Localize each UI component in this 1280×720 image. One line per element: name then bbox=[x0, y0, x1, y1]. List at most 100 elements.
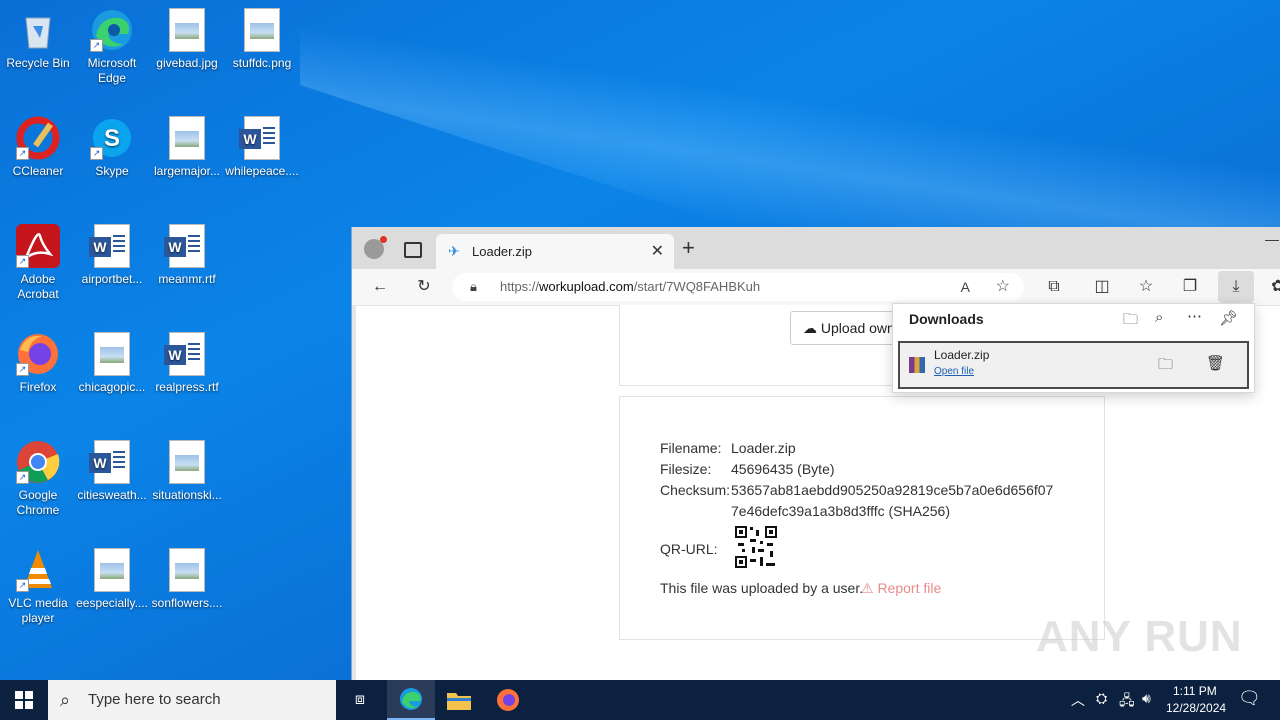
downloads-icon[interactable]: ⤓ bbox=[1218, 271, 1254, 303]
icon-label: sonflowers.... bbox=[151, 596, 223, 610]
read-aloud-icon[interactable]: A bbox=[961, 273, 970, 301]
clock-date[interactable]: 12/28/2024 bbox=[1166, 701, 1226, 715]
desktop-icon-firefox[interactable]: ↗ Firefox bbox=[0, 332, 76, 395]
start-button[interactable] bbox=[0, 680, 48, 720]
desktop-icon-airportbet[interactable]: W airportbet... bbox=[74, 224, 150, 287]
new-tab-icon[interactable]: + bbox=[682, 235, 695, 261]
icon-label: Skype bbox=[95, 164, 129, 178]
delete-download-icon[interactable]: 🗑︎ bbox=[1206, 354, 1225, 372]
desktop-icon-whilepeace[interactable]: W whilepeace.... bbox=[224, 116, 300, 179]
tab-actions-icon[interactable] bbox=[404, 242, 422, 258]
icon-label: Google Chrome bbox=[16, 488, 60, 517]
icon-label: realpress.rtf bbox=[155, 380, 219, 394]
tab-loader-zip[interactable]: ✈ Loader.zip ✕ bbox=[436, 234, 674, 269]
image-file-icon bbox=[90, 548, 134, 592]
tab-favicon-icon: ✈ bbox=[448, 243, 460, 259]
image-file-icon bbox=[240, 8, 284, 52]
desktop-icon-givebad[interactable]: givebad.jpg bbox=[149, 8, 225, 71]
word-document-icon: W bbox=[164, 332, 209, 376]
cloud-upload-icon: ☁ bbox=[803, 320, 817, 336]
icon-label: chicagopic... bbox=[78, 380, 146, 394]
desktop-icon-realpress[interactable]: W realpress.rtf bbox=[149, 332, 225, 395]
desktop-icon-sonflowers[interactable]: sonflowers.... bbox=[149, 548, 225, 611]
word-document-icon: W bbox=[239, 116, 284, 160]
icon-label: meanmr.rtf bbox=[158, 272, 216, 286]
desktop-icon-recycle-bin[interactable]: Recycle Bin bbox=[0, 8, 76, 71]
word-document-icon: W bbox=[89, 440, 134, 484]
refresh-icon[interactable]: ↻ bbox=[410, 273, 438, 301]
desktop-icon-adobe-acrobat[interactable]: ↗ Adobe Acrobat bbox=[0, 224, 76, 302]
image-file-icon bbox=[165, 116, 209, 160]
desktop-icon-stuffdc[interactable]: stuffdc.png bbox=[224, 8, 300, 71]
chrome-icon: ↗ bbox=[16, 440, 60, 484]
search-placeholder: Type here to search bbox=[88, 691, 221, 708]
clock-time[interactable]: 1:11 PM bbox=[1173, 684, 1217, 698]
desktop-icon-citiesweath[interactable]: W citiesweath... bbox=[74, 440, 150, 503]
notifications-icon[interactable]: 🗨︎ bbox=[1238, 688, 1261, 709]
more-options-icon[interactable]: ⋯ bbox=[1187, 307, 1202, 325]
svg-text:S: S bbox=[104, 125, 120, 152]
icon-label: whilepeace.... bbox=[225, 164, 299, 178]
icon-label: Recycle Bin bbox=[6, 56, 70, 70]
image-file-icon bbox=[90, 332, 134, 376]
back-arrow-icon[interactable]: ← bbox=[366, 273, 394, 301]
qr-code-icon[interactable] bbox=[734, 525, 778, 569]
icon-label: citiesweath... bbox=[77, 488, 147, 502]
split-screen-icon[interactable]: ◫ bbox=[1088, 273, 1116, 301]
edge-icon bbox=[400, 688, 422, 710]
icon-label: stuffdc.png bbox=[232, 56, 292, 70]
desktop-icon-situationski[interactable]: situationski... bbox=[149, 440, 225, 503]
pin-icon[interactable]: 📌︎ bbox=[1219, 309, 1238, 327]
upload-button-label: Upload own bbox=[820, 320, 895, 336]
downloads-flyout: Downloads 🗀︎ ⌕ ⋯ 📌︎ Loader.zip Open file… bbox=[892, 303, 1255, 393]
profile-avatar-icon[interactable] bbox=[364, 236, 387, 259]
taskbar-search-box[interactable]: ⌕ Type here to search bbox=[48, 680, 336, 720]
desktop-icon-ccleaner[interactable]: ↗ CCleaner bbox=[0, 116, 76, 179]
task-view-icon[interactable]: ⧈ bbox=[336, 680, 384, 720]
windows-logo-icon bbox=[15, 691, 33, 709]
desktop-icon-skype[interactable]: S ↗ Skype bbox=[74, 116, 150, 179]
icon-label: CCleaner bbox=[12, 164, 64, 178]
search-downloads-icon[interactable]: ⌕ bbox=[1155, 309, 1163, 326]
open-file-link[interactable]: Open file bbox=[934, 366, 974, 377]
show-hidden-icons-chevron-icon[interactable]: ︿ bbox=[1071, 690, 1085, 710]
taskbar-edge-button[interactable] bbox=[387, 680, 435, 720]
desktop-icon-eespecially[interactable]: eespecially.... bbox=[74, 548, 150, 611]
folder-icon bbox=[447, 693, 471, 710]
tray-app-icon[interactable]: ⛭ bbox=[1096, 690, 1107, 707]
download-file-name: Loader.zip bbox=[934, 348, 990, 362]
shortcut-arrow-icon: ↗ bbox=[16, 363, 29, 376]
open-folder-icon[interactable]: 🗀︎ bbox=[1123, 309, 1138, 334]
desktop-icon-chicagopic[interactable]: chicagopic... bbox=[74, 332, 150, 395]
shortcut-arrow-icon: ↗ bbox=[90, 147, 103, 160]
archive-file-icon bbox=[909, 357, 925, 373]
warning-icon: ⚠ bbox=[861, 580, 878, 596]
taskbar: ⌕ Type here to search ⧈ ︿ ⛭ 🖧︎ 🔊︎ 1:11 P… bbox=[0, 680, 1280, 720]
icon-label: Microsoft Edge bbox=[87, 56, 137, 85]
favorite-star-icon[interactable]: ☆ bbox=[996, 273, 1010, 301]
show-in-folder-icon[interactable]: 🗀︎ bbox=[1158, 354, 1173, 379]
desktop-icon-google-chrome[interactable]: ↗ Google Chrome bbox=[0, 440, 76, 518]
vlc-cone-icon: ↗ bbox=[16, 548, 60, 592]
desktop-icon-meanmr[interactable]: W meanmr.rtf bbox=[149, 224, 225, 287]
network-icon[interactable]: 🖧︎ bbox=[1119, 690, 1135, 714]
minimize-icon[interactable]: — bbox=[1265, 231, 1279, 247]
address-bar[interactable]: 🔒︎ https://workupload.com/start/7WQ8FAHB… bbox=[452, 273, 1024, 301]
anyrun-watermark: ANY RUN bbox=[1036, 612, 1243, 661]
checksum-line-1: 53657ab81aebdd905250a92819ce5b7a0e6d656f… bbox=[731, 482, 1054, 498]
report-file-link[interactable]: ⚠ Report file bbox=[861, 580, 941, 597]
copilot-icon[interactable]: ✿ bbox=[1264, 273, 1280, 301]
collections-icon[interactable]: ❐ bbox=[1176, 273, 1204, 301]
desktop-icon-largemajor[interactable]: largemajor... bbox=[149, 116, 225, 179]
extensions-icon[interactable]: ⧉ bbox=[1040, 273, 1068, 301]
close-tab-icon[interactable]: ✕ bbox=[651, 241, 664, 261]
adobe-acrobat-icon: ↗ bbox=[16, 224, 60, 268]
desktop-icon-vlc[interactable]: ↗ VLC media player bbox=[0, 548, 76, 626]
download-item[interactable]: Loader.zip Open file 🗀︎ 🗑︎ bbox=[898, 341, 1249, 389]
desktop-icon-microsoft-edge[interactable]: ↗ Microsoft Edge bbox=[74, 8, 150, 86]
taskbar-firefox-button[interactable] bbox=[484, 680, 532, 720]
favorites-icon[interactable]: ☆ bbox=[1132, 273, 1160, 301]
volume-icon[interactable]: 🔊︎ bbox=[1142, 690, 1151, 707]
taskbar-file-explorer-button[interactable] bbox=[435, 680, 483, 720]
firefox-icon bbox=[497, 689, 519, 711]
